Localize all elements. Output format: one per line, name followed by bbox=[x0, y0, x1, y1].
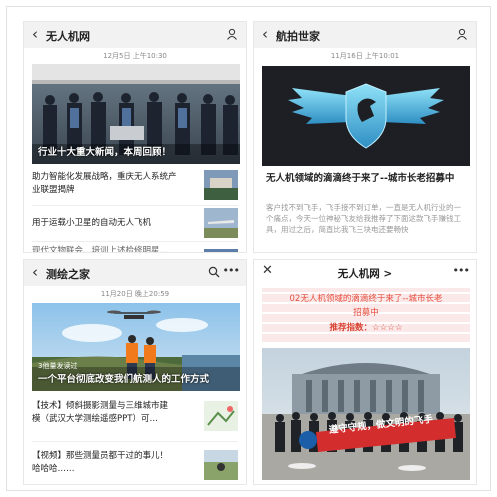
more-icon[interactable]: ••• bbox=[453, 264, 470, 277]
account-title: 无人机网 bbox=[46, 30, 90, 43]
hero-image[interactable]: 行业十大重大新闻，本周回顾！ bbox=[32, 64, 240, 164]
back-arrow-icon[interactable]: ‹ bbox=[32, 263, 38, 281]
eagle-logo-icon bbox=[288, 83, 444, 149]
list-item-thumbnail[interactable] bbox=[204, 450, 238, 480]
account-title: 航拍世家 bbox=[276, 30, 320, 43]
search-icon[interactable] bbox=[208, 266, 220, 278]
hero-image[interactable]: 3他量发读过 一个平台彻底改变我们航测人的工作方式 bbox=[32, 303, 240, 391]
list-item-thumbnail[interactable] bbox=[204, 244, 238, 252]
list-item-title[interactable]: 【视频】那些测量员都干过的事儿！ bbox=[32, 450, 198, 463]
person-icon[interactable] bbox=[226, 28, 238, 40]
account-title[interactable]: 无人机网 > bbox=[254, 266, 476, 281]
hero-caption: 一个平台彻底改变我们航测人的工作方式 bbox=[38, 374, 210, 385]
list-item-title[interactable]: 【技术】倾斜摄影测量与三维城市建 bbox=[32, 400, 198, 413]
timestamp: 11月20日 晚上20:59 bbox=[100, 290, 170, 298]
divider bbox=[32, 241, 238, 242]
list-item-title[interactable]: 业联盟揭牌 bbox=[32, 184, 198, 197]
group-photo[interactable]: 遵守守规，做文明的飞手 bbox=[262, 348, 470, 480]
account-title: 测绘之家 bbox=[46, 268, 90, 281]
collage-frame: ‹ 无人机网 12月5日 上午10:30 行业十大重大新闻，本周回顾！ 助力智能… bbox=[6, 6, 491, 491]
panel-hangpai-article: ‹ 航拍世家 11月16日 上午10:01 无人机领域的滴滴终于来了--城市长老… bbox=[253, 21, 477, 253]
article-cover[interactable] bbox=[262, 66, 470, 166]
panel-wurenji-feed: ‹ 无人机网 12月5日 上午10:30 行业十大重大新闻，本周回顾！ 助力智能… bbox=[23, 21, 247, 253]
list-item-thumbnail[interactable] bbox=[204, 401, 238, 431]
person-icon[interactable] bbox=[456, 28, 468, 40]
read-count-badge: 3他量发读过 bbox=[38, 362, 78, 370]
list-item-title[interactable]: 模（武汉大学测绘遥感PPT）可… bbox=[32, 413, 198, 426]
promo-card[interactable]: 02无人机领域的滴滴终于来了--城市长老 招募中 推荐指数：☆☆☆☆ bbox=[262, 288, 470, 342]
article-description: 客户找不到飞手，飞手接不到订单，一直是无人机行业的一个痛点，今天一位神秘飞友给我… bbox=[266, 203, 461, 234]
divider bbox=[32, 441, 238, 442]
header-bar: ✕ 无人机网 > ••• bbox=[254, 260, 476, 286]
header-bar: ‹ 测绘之家 ••• bbox=[24, 260, 246, 286]
divider bbox=[32, 205, 238, 206]
list-item-title[interactable]: 助力智能化发展战略，重庆无人系统产 bbox=[32, 171, 198, 184]
back-arrow-icon[interactable]: ‹ bbox=[262, 25, 268, 43]
hero-caption: 行业十大重大新闻，本周回顾！ bbox=[38, 147, 172, 158]
promo-headline-cont: 招募中 bbox=[353, 308, 379, 318]
timestamp: 11月16日 上午10:01 bbox=[330, 52, 400, 60]
list-item-title[interactable]: 现代文物联会…培训上述检修明星… bbox=[32, 245, 198, 252]
list-item-thumbnail[interactable] bbox=[204, 208, 238, 238]
timestamp: 12月5日 上午10:30 bbox=[103, 52, 167, 60]
promo-rating: 推荐指数：☆☆☆☆ bbox=[329, 323, 403, 333]
panel-wurenji-article: ✕ 无人机网 > ••• 02无人机领域的滴滴终于来了--城市长老 招募中 推荐… bbox=[253, 259, 477, 485]
list-item-title[interactable]: 用于运载小卫星的自动无人飞机 bbox=[32, 217, 198, 230]
list-item-thumbnail[interactable] bbox=[204, 170, 238, 200]
more-icon[interactable]: ••• bbox=[223, 264, 240, 277]
article-title[interactable]: 无人机领域的滴滴终于来了--城市长老招募中 bbox=[266, 172, 466, 185]
list-item-title[interactable]: 哈哈哈…… bbox=[32, 463, 198, 476]
header-bar: ‹ 无人机网 bbox=[24, 22, 246, 48]
header-bar: ‹ 航拍世家 bbox=[254, 22, 476, 48]
promo-headline: 02无人机领域的滴滴终于来了--城市长老 bbox=[289, 294, 443, 304]
back-arrow-icon[interactable]: ‹ bbox=[32, 25, 38, 43]
panel-cehui-feed: ‹ 测绘之家 ••• 11月20日 晚上20:59 3他量发读过 一个平台彻底改… bbox=[23, 259, 247, 485]
